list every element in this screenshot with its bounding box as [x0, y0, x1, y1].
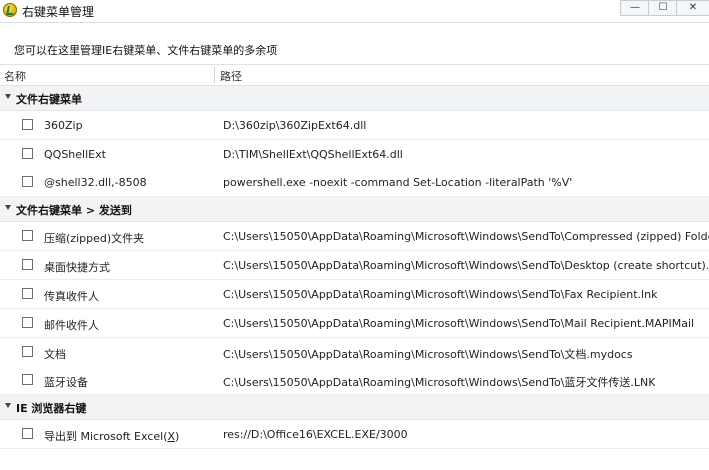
collapse-triangle-icon[interactable]	[5, 403, 11, 408]
list-item[interactable]: @shell32.dll,-8508 powershell.exe -noexi…	[0, 168, 709, 197]
item-path: powershell.exe -noexit -command Set-Loca…	[223, 176, 573, 189]
item-name: 邮件收件人	[44, 319, 99, 332]
item-checkbox[interactable]	[22, 346, 33, 357]
list-item[interactable]: QQShellExt D:\TIM\ShellExt\QQShellExt64.…	[0, 140, 709, 169]
group-label: IE 浏览器右键	[16, 402, 87, 415]
list-item[interactable]: 邮件收件人 C:\Users\15050\AppData\Roaming\Mic…	[0, 309, 709, 338]
item-checkbox[interactable]	[22, 317, 33, 328]
item-checkbox[interactable]	[22, 428, 33, 439]
group-row-ie[interactable]: IE 浏览器右键	[0, 395, 709, 420]
item-checkbox[interactable]	[22, 288, 33, 299]
item-name: 导出到 Microsoft Excel(X)	[44, 428, 179, 444]
item-name: 传真收件人	[44, 290, 99, 303]
group-row-file-context[interactable]: 文件右键菜单	[0, 86, 709, 111]
list-item[interactable]: 导出到 Microsoft Excel(X) res://D:\Office16…	[0, 420, 709, 449]
item-path: C:\Users\15050\AppData\Roaming\Microsoft…	[223, 259, 709, 272]
column-divider[interactable]	[214, 67, 215, 83]
item-name: 桌面快捷方式	[44, 261, 110, 274]
description-text: 您可以在这里管理IE右键菜单、文件右键菜单的多余项	[14, 44, 278, 57]
list-item[interactable]: 文档 C:\Users\15050\AppData\Roaming\Micros…	[0, 338, 709, 367]
item-path: D:\360zip\360ZipExt64.dll	[223, 119, 367, 132]
item-path: D:\TIM\ShellExt\QQShellExt64.dll	[223, 148, 403, 161]
collapse-triangle-icon[interactable]	[5, 205, 11, 210]
list-item[interactable]: 蓝牙设备 C:\Users\15050\AppData\Roaming\Micr…	[0, 366, 709, 395]
item-name: 360Zip	[44, 119, 83, 132]
column-name-header[interactable]: 名称	[4, 68, 26, 84]
item-name: 蓝牙设备	[44, 376, 88, 389]
item-name-suffix: )	[175, 430, 180, 443]
list-item[interactable]: 传真收件人 C:\Users\15050\AppData\Roaming\Mic…	[0, 280, 709, 309]
list-item[interactable]: 压缩(zipped)文件夹 C:\Users\15050\AppData\Roa…	[0, 222, 709, 251]
maximize-button[interactable]: ☐	[648, 0, 678, 16]
group-label: 文件右键菜单	[16, 93, 82, 106]
item-checkbox[interactable]	[22, 176, 33, 187]
app-shield-icon	[3, 3, 17, 17]
item-checkbox[interactable]	[22, 230, 33, 241]
item-name-prefix: 导出到 Microsoft Excel(	[44, 430, 168, 443]
column-path-header[interactable]: 路径	[220, 68, 242, 84]
item-checkbox[interactable]	[22, 148, 33, 159]
item-path: C:\Users\15050\AppData\Roaming\Microsoft…	[223, 230, 709, 243]
item-name-mnemonic: X	[167, 430, 176, 443]
item-name: @shell32.dll,-8508	[44, 176, 147, 189]
window-title: 右键菜单管理	[22, 5, 95, 19]
item-path: C:\Users\15050\AppData\Roaming\Microsoft…	[223, 376, 656, 389]
item-name: 文档	[44, 348, 66, 361]
item-name: QQShellExt	[44, 148, 106, 161]
item-path: C:\Users\15050\AppData\Roaming\Microsoft…	[223, 348, 633, 361]
item-name: 压缩(zipped)文件夹	[44, 232, 145, 245]
item-path: C:\Users\15050\AppData\Roaming\Microsoft…	[223, 317, 695, 330]
list-item[interactable]: 360Zip D:\360zip\360ZipExt64.dll	[0, 111, 709, 140]
group-row-sendto[interactable]: 文件右键菜单 > 发送到	[0, 197, 709, 222]
item-checkbox[interactable]	[22, 374, 33, 385]
column-header: 名称 路径	[0, 64, 709, 86]
title-bar: 右键菜单管理 — ☐ ✕	[0, 0, 709, 23]
close-button[interactable]: ✕	[676, 0, 709, 16]
group-label: 文件右键菜单 > 发送到	[16, 204, 132, 217]
item-path: C:\Users\15050\AppData\Roaming\Microsoft…	[223, 288, 658, 301]
minimize-button[interactable]: —	[620, 0, 650, 16]
list-item[interactable]: 桌面快捷方式 C:\Users\15050\AppData\Roaming\Mi…	[0, 251, 709, 280]
item-checkbox[interactable]	[22, 119, 33, 130]
item-path: res://D:\Office16\EXCEL.EXE/3000	[223, 428, 408, 441]
item-checkbox[interactable]	[22, 259, 33, 270]
collapse-triangle-icon[interactable]	[5, 94, 11, 99]
